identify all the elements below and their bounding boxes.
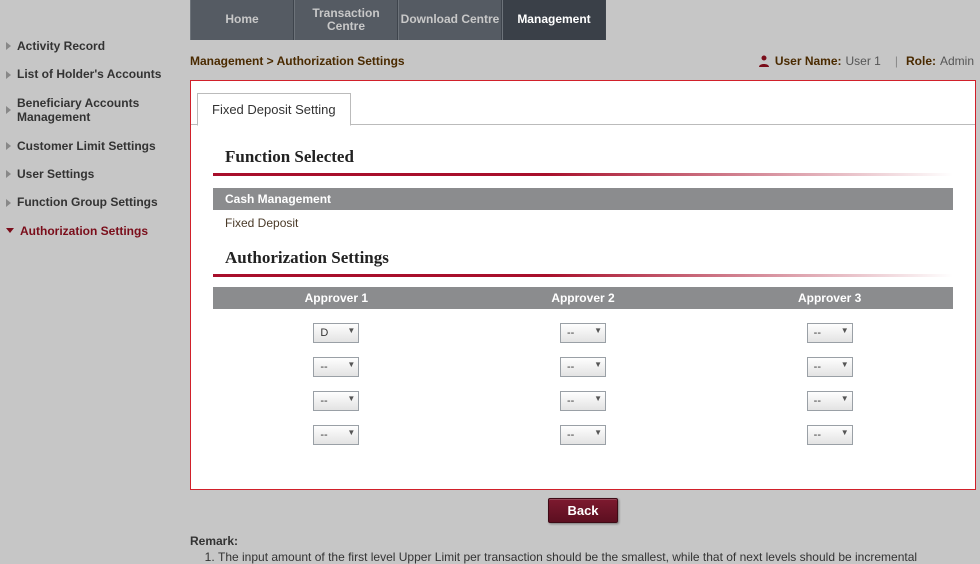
auth-row: OR [213,391,953,411]
subtab-label: Fixed Deposit Setting [212,102,336,117]
select-input[interactable] [313,425,359,445]
approver1-select[interactable] [313,357,359,377]
subtab-fixed-deposit[interactable]: Fixed Deposit Setting [197,93,351,126]
select-input[interactable] [807,357,853,377]
chevron-right-icon [6,170,11,178]
divider [213,274,953,277]
approver3-select[interactable] [807,357,853,377]
tab-label: Management [517,13,590,26]
approver2-select[interactable] [560,391,606,411]
select-input[interactable] [313,357,359,377]
back-button-row: Back [190,498,976,523]
function-sub: Fixed Deposit [225,216,953,230]
chevron-right-icon [6,71,11,79]
function-group-bar: Cash Management [213,188,953,210]
approver1-select[interactable] [313,323,359,343]
select-input[interactable] [313,323,359,343]
select-input[interactable] [560,323,606,343]
select-input[interactable] [807,391,853,411]
select-input[interactable] [807,425,853,445]
col-approver3: Approver 3 [706,291,953,305]
approver2-select[interactable] [560,425,606,445]
breadcrumb: Management > Authorization Settings [190,54,405,68]
approver2-select[interactable] [560,357,606,377]
remark-item: The input amount of the first level Uppe… [218,550,976,564]
tab-download[interactable]: Download Centre [398,0,502,40]
subtab-strip: Fixed Deposit Setting [191,81,975,125]
auth-row: OR [213,357,953,377]
approver3-select[interactable] [807,425,853,445]
chevron-right-icon [6,199,11,207]
back-button[interactable]: Back [548,498,617,523]
approver1-select[interactable] [313,425,359,445]
approver3-select[interactable] [807,323,853,343]
sidebar: Activity Record List of Holder's Account… [0,32,190,245]
user-name-value: User 1 [846,54,881,68]
remark-label: Remark: [190,534,238,548]
chevron-right-icon [6,42,11,50]
select-input[interactable] [560,425,606,445]
main-panel: Fixed Deposit Setting Function Selected … [190,80,976,490]
sidebar-item-label: User Settings [17,167,94,181]
user-info: User Name: User 1 | Role: Admin [759,54,980,68]
auth-table: Approver 1 Approver 2 Approver 3 OR [213,287,953,445]
auth-table-header: Approver 1 Approver 2 Approver 3 [213,287,953,309]
tab-label: Home [225,13,258,26]
sidebar-item-label: Activity Record [17,39,105,53]
sidebar-item-accounts[interactable]: List of Holder's Accounts [6,60,184,88]
tab-management[interactable]: Management [502,0,606,40]
user-role-value: Admin [940,54,974,68]
chevron-right-icon [6,142,11,150]
approver1-select[interactable] [313,391,359,411]
approver2-select[interactable] [560,323,606,343]
chevron-right-icon [6,106,11,114]
approver3-select[interactable] [807,391,853,411]
col-approver2: Approver 2 [460,291,707,305]
user-icon [759,55,769,67]
sidebar-item-label: Customer Limit Settings [17,139,156,153]
sidebar-item-beneficiary[interactable]: Beneficiary Accounts Management [6,89,184,132]
separator: | [895,54,898,68]
auth-row [213,323,953,343]
select-input[interactable] [560,357,606,377]
back-label: Back [567,503,598,518]
tab-transaction[interactable]: Transaction Centre [294,0,398,40]
sidebar-item-authorization[interactable]: Authorization Settings [6,217,184,245]
tab-label: Download Centre [401,13,500,26]
select-input[interactable] [560,391,606,411]
sidebar-item-label: Authorization Settings [20,224,148,238]
divider [213,173,953,176]
col-approver1: Approver 1 [213,291,460,305]
sidebar-item-users[interactable]: User Settings [6,160,184,188]
breadcrumb-row: Management > Authorization Settings User… [190,54,980,68]
tab-home[interactable]: Home [190,0,294,40]
select-input[interactable] [807,323,853,343]
sidebar-item-limits[interactable]: Customer Limit Settings [6,132,184,160]
sidebar-item-label: List of Holder's Accounts [17,67,161,81]
function-section-title: Function Selected [225,147,953,167]
user-name-label: User Name: [775,54,842,68]
user-role-label: Role: [906,54,936,68]
top-nav: Home Transaction Centre Download Centre … [190,0,606,40]
select-input[interactable] [313,391,359,411]
sidebar-item-activity[interactable]: Activity Record [6,32,184,60]
sidebar-item-label: Function Group Settings [17,195,158,209]
tab-label: Transaction Centre [295,7,397,33]
auth-section-title: Authorization Settings [225,248,953,268]
sidebar-item-functiongroup[interactable]: Function Group Settings [6,188,184,216]
auth-row: OR [213,425,953,445]
chevron-down-icon [6,228,14,233]
sidebar-item-label: Beneficiary Accounts Management [17,96,184,125]
